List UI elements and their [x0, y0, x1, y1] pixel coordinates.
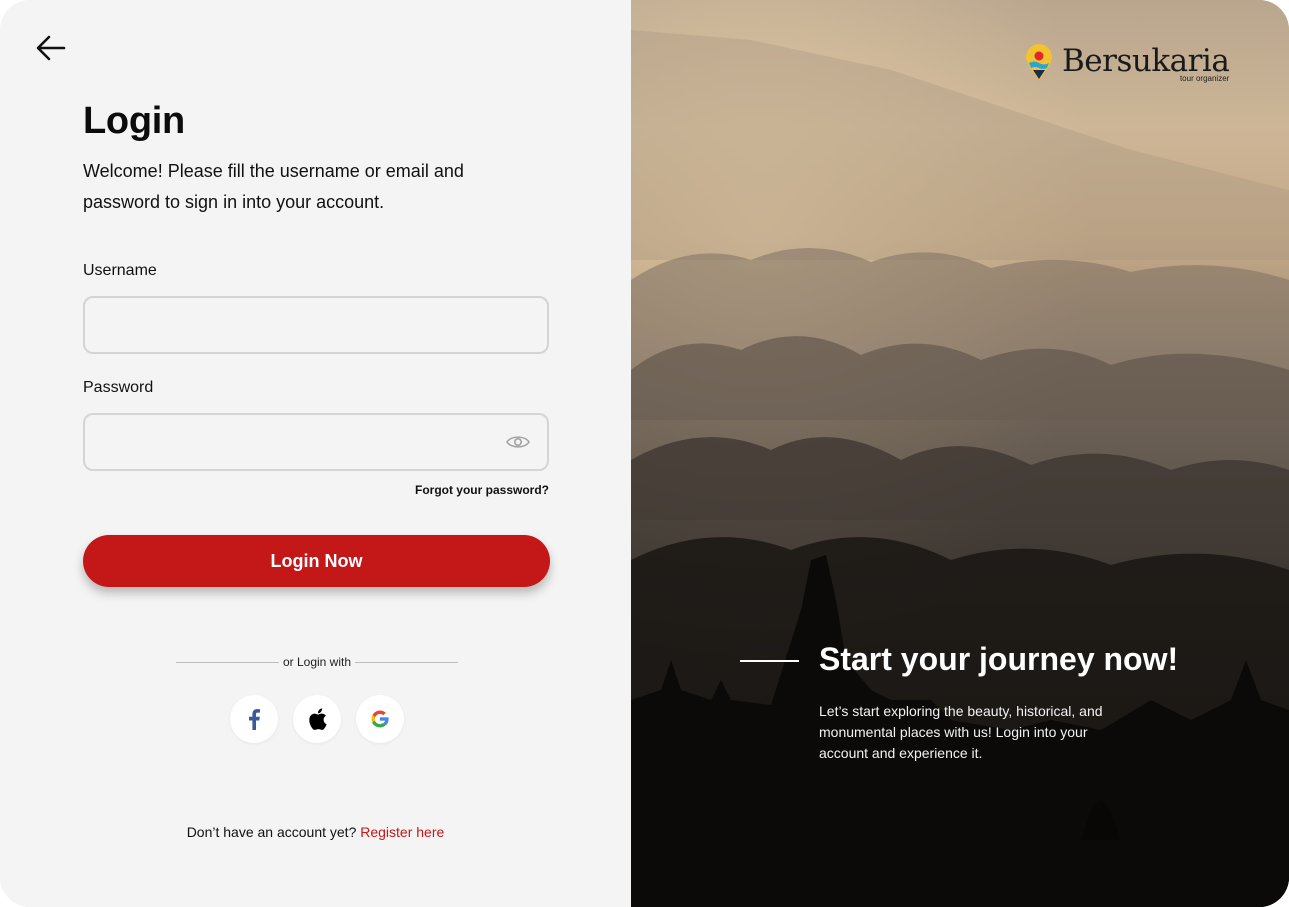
hero-description: Let’s start exploring the beauty, histor… [819, 703, 1103, 761]
login-panel: Login Welcome! Please fill the username … [0, 0, 631, 907]
forgot-password-link[interactable]: Forgot your password? [415, 483, 549, 497]
brand-logo: Bersukaria tour organizer [1024, 43, 1230, 83]
no-account-text: Don’t have an account yet? [186, 824, 357, 840]
username-label: Username [83, 262, 157, 279]
headline-accent-line [740, 660, 799, 662]
app-frame: Login Welcome! Please fill the username … [0, 0, 1289, 907]
brand-tagline: tour organizer [1179, 74, 1230, 83]
divider-line-right [355, 661, 459, 663]
apple-icon [309, 708, 327, 730]
map-pin-logo-icon [1026, 44, 1052, 80]
google-icon [371, 710, 389, 728]
hero-headline: Start your journey now! [819, 641, 1179, 677]
password-input[interactable] [83, 413, 549, 471]
facebook-login-button[interactable] [230, 695, 278, 743]
login-subtitle: Welcome! Please fill the username or ema… [83, 161, 464, 212]
brand-wordmark: Bersukaria tour organizer [1062, 43, 1230, 83]
password-label: Password [83, 379, 154, 396]
facebook-icon [249, 709, 260, 730]
eye-icon[interactable] [505, 430, 531, 454]
hero-panel: Start your journey now! Let’s start expl… [631, 0, 1289, 907]
page-title: Login [83, 100, 185, 142]
social-divider: or Login with [176, 653, 459, 671]
login-now-button[interactable]: Login Now [83, 535, 550, 587]
divider-line-left [176, 661, 279, 663]
back-arrow-icon[interactable] [34, 32, 68, 64]
divider-label: or Login with [282, 655, 352, 669]
username-input[interactable] [83, 296, 549, 354]
register-prompt: Don’t have an account yet? Register here [0, 824, 631, 840]
misty-temple-landscape-image [631, 0, 1289, 907]
google-login-button[interactable] [356, 695, 404, 743]
register-link[interactable]: Register here [360, 824, 444, 840]
apple-login-button[interactable] [293, 695, 341, 743]
